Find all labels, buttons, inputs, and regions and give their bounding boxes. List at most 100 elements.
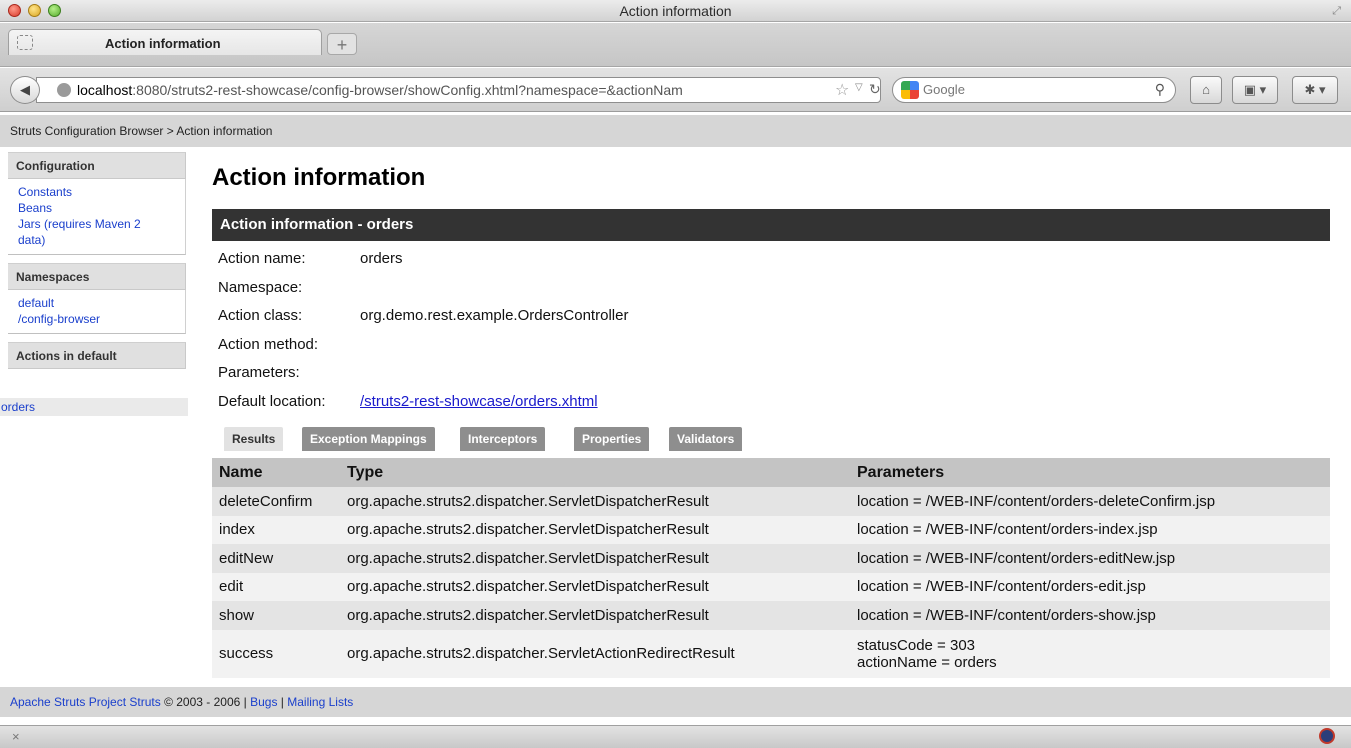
page-title: Action information (212, 164, 426, 191)
table-row: edit org.apache.struts2.dispatcher.Servl… (212, 572, 1330, 601)
developer-tools-button[interactable]: ✱ ▾ (1292, 76, 1338, 104)
sidebar-heading-actions: Actions in default (8, 342, 186, 369)
result-type: org.apache.struts2.dispatcher.ServletDis… (340, 544, 850, 573)
sidebar-heading-namespaces: Namespaces (8, 263, 186, 290)
table-row: deleteConfirm org.apache.struts2.dispatc… (212, 487, 1330, 516)
footer-link-bugs[interactable]: Bugs (250, 695, 277, 709)
result-params: location = /WEB-INF/content/orders-edit.… (850, 572, 1330, 601)
navigation-toolbar: localhost:8080/struts2-rest-showcase/con… (0, 68, 1351, 112)
info-row-action-name: Action name: orders (218, 248, 1118, 277)
table-row: index org.apache.struts2.dispatcher.Serv… (212, 515, 1330, 544)
search-engine-label: Google (923, 82, 965, 97)
sidebar: Configuration Constants Beans Jars (requ… (8, 152, 186, 369)
page-favicon-icon (17, 35, 33, 50)
sidebar-link-config-browser[interactable]: /config-browser (18, 311, 177, 327)
fullscreen-icon[interactable]: ⤢ (1332, 5, 1341, 18)
info-value: orders (360, 250, 403, 267)
url-history-dropdown-icon[interactable]: ▽ (855, 82, 863, 93)
column-header-name: Name (212, 458, 340, 487)
result-name: deleteConfirm (212, 487, 340, 516)
status-bar: × (0, 725, 1351, 748)
info-row-action-method: Action method: (218, 334, 1118, 363)
url-bar[interactable]: localhost:8080/struts2-rest-showcase/con… (36, 77, 881, 103)
breadcrumb-bar: Struts Configuration Browser > Action in… (0, 115, 1351, 147)
result-params: statusCode = 303 actionName = orders (850, 629, 1330, 678)
home-icon: ⌂ (1202, 82, 1210, 97)
info-label: Action class: (218, 307, 303, 324)
result-type: org.apache.struts2.dispatcher.ServletAct… (340, 629, 850, 678)
search-bar[interactable]: Google ⚲ (892, 77, 1176, 103)
tab-bar: Action information + (0, 23, 1351, 67)
google-logo-icon[interactable] (901, 81, 919, 99)
info-value: org.demo.rest.example.OrdersController (360, 307, 629, 324)
info-row-parameters: Parameters: (218, 362, 1118, 391)
bookmarks-icon: ▣ ▾ (1243, 82, 1267, 97)
result-name: editNew (212, 544, 340, 573)
sidebar-link-constants[interactable]: Constants (18, 184, 177, 200)
info-label: Default location: (218, 392, 326, 410)
result-name: index (212, 515, 340, 544)
result-type: org.apache.struts2.dispatcher.ServletDis… (340, 515, 850, 544)
footer-text: Apache Struts Project Struts © 2003 - 20… (10, 695, 354, 709)
sidebar-list-namespaces: default /config-browser (8, 290, 186, 334)
info-row-default-location: Default location: /struts2-rest-showcase… (218, 391, 1118, 420)
result-params: location = /WEB-INF/content/orders-show.… (850, 601, 1330, 630)
result-type: org.apache.struts2.dispatcher.ServletDis… (340, 601, 850, 630)
tools-icon: ✱ ▾ (1304, 82, 1326, 97)
result-params: location = /WEB-INF/content/orders-delet… (850, 487, 1330, 516)
reload-icon[interactable]: ↻ (869, 81, 881, 98)
breadcrumb: Struts Configuration Browser > Action in… (10, 124, 273, 138)
sidebar-list-configuration: Constants Beans Jars (requires Maven 2 da… (8, 179, 186, 255)
page-footer: Apache Struts Project Struts © 2003 - 20… (0, 687, 1351, 717)
tab-properties[interactable]: Properties (574, 427, 650, 451)
table-row: success org.apache.struts2.dispatcher.Se… (212, 629, 1330, 678)
default-location-link[interactable]: /struts2-rest-showcase/orders.xhtml (360, 393, 598, 410)
browser-tab-active[interactable]: Action information (8, 29, 322, 55)
table-header-row: Name Type Parameters (212, 458, 1330, 487)
site-identity-icon[interactable] (57, 83, 71, 97)
action-info-list: Action name: orders Namespace: Action cl… (218, 248, 1118, 419)
sidebar-link-default[interactable]: default (18, 295, 177, 311)
tab-validators[interactable]: Validators (669, 427, 743, 451)
footer-link-struts[interactable]: Apache Struts Project Struts (10, 695, 161, 709)
result-name: show (212, 601, 340, 630)
url-text[interactable]: localhost:8080/struts2-rest-showcase/con… (77, 82, 683, 98)
sidebar-link-beans[interactable]: Beans (18, 200, 177, 216)
addon-icon[interactable] (1319, 728, 1335, 744)
sidebar-heading-configuration: Configuration (8, 152, 186, 179)
column-header-type: Type (340, 458, 850, 487)
result-params: location = /WEB-INF/content/orders-index… (850, 515, 1330, 544)
bookmarks-button[interactable]: ▣ ▾ (1232, 76, 1278, 104)
tab-interceptors[interactable]: Interceptors (460, 427, 546, 451)
table-row: editNew org.apache.struts2.dispatcher.Se… (212, 544, 1330, 573)
result-params: location = /WEB-INF/content/orders-editN… (850, 544, 1330, 573)
info-label: Namespace: (218, 278, 303, 296)
main-content: Action information Action information - … (212, 160, 1330, 678)
tab-results[interactable]: Results (224, 427, 284, 451)
tab-exception-mappings[interactable]: Exception Mappings (302, 427, 435, 451)
new-tab-button[interactable]: + (327, 33, 357, 55)
result-type: org.apache.struts2.dispatcher.ServletDis… (340, 572, 850, 601)
column-header-parameters: Parameters (850, 458, 1330, 487)
result-type: org.apache.struts2.dispatcher.ServletDis… (340, 487, 850, 516)
search-icon[interactable]: ⚲ (1155, 81, 1165, 98)
info-row-namespace: Namespace: (218, 277, 1118, 306)
footer-link-mailing-lists[interactable]: Mailing Lists (287, 695, 353, 709)
home-button[interactable]: ⌂ (1190, 76, 1222, 104)
result-name: edit (212, 572, 340, 601)
table-row: show org.apache.struts2.dispatcher.Servl… (212, 601, 1330, 630)
close-status-icon[interactable]: × (12, 729, 20, 744)
back-button[interactable]: ◀ (10, 76, 40, 104)
window-title: Action information (619, 3, 732, 19)
info-label: Action name: (218, 250, 306, 267)
section-header: Action information - orders (212, 209, 1330, 241)
browser-tab-title: Action information (105, 36, 221, 51)
results-table: Name Type Parameters deleteConfirm org.a… (212, 458, 1330, 678)
result-name: success (212, 629, 340, 678)
info-label: Parameters: (218, 364, 300, 381)
window-titlebar: Action information ⤢ (0, 0, 1351, 22)
sidebar-link-jars[interactable]: Jars (requires Maven 2 data) (18, 216, 177, 248)
sidebar-link-orders[interactable]: orders (0, 398, 188, 416)
bookmark-star-icon[interactable]: ☆ (835, 80, 849, 100)
info-row-action-class: Action class: org.demo.rest.example.Orde… (218, 305, 1118, 334)
